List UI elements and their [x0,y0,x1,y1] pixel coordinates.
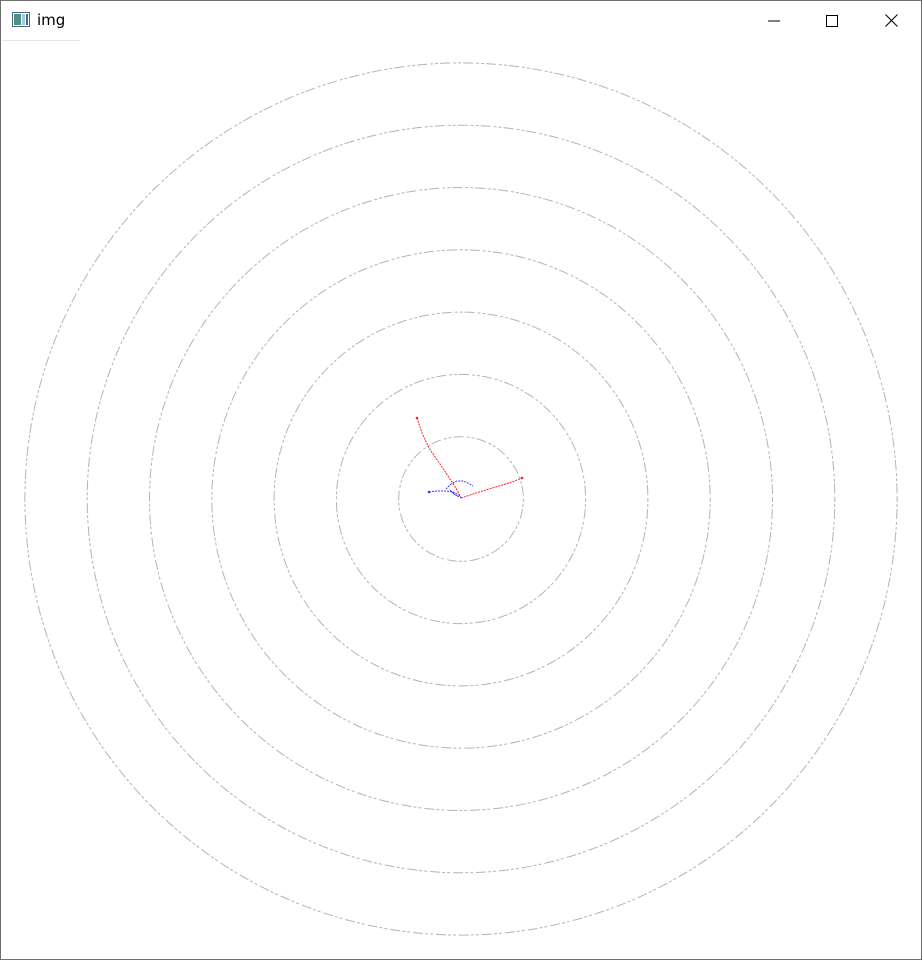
red-trace [460,477,523,499]
range-ring [149,187,773,811]
red-trace [416,417,462,499]
image-canvas [24,62,898,936]
trace-endpoint [520,476,524,480]
range-ring [24,62,898,936]
trace-endpoint [415,416,419,420]
range-ring [335,373,587,625]
blue-trace [445,480,474,490]
app-window: img [0,0,922,960]
range-ring [211,249,711,749]
range-ring [398,436,524,562]
range-ring [273,311,649,687]
range-ring [86,124,836,874]
trace-endpoint [427,490,431,494]
blue-trace [428,490,462,499]
